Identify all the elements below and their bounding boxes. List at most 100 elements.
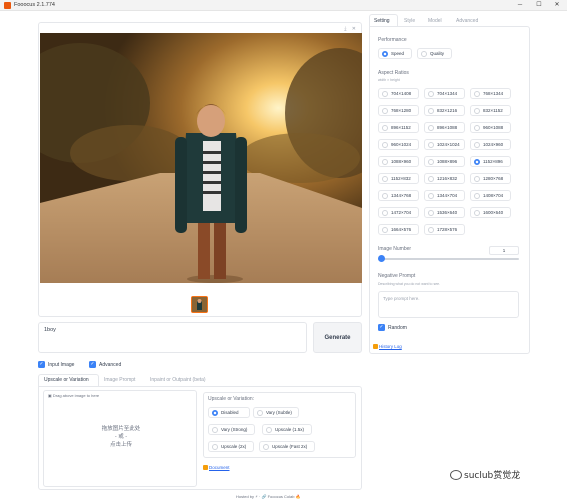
image-number-label: Image Number	[378, 246, 412, 252]
aspect-ratio-option[interactable]: 1216×832	[424, 173, 465, 184]
window-title: Fooocus 2.1.774	[14, 2, 55, 8]
close-icon[interactable]: ✕	[352, 26, 356, 32]
aspect-ratio-label: 832×1216	[437, 108, 458, 113]
tab-inpaint-or-outpaint[interactable]: Inpaint or Outpaint (beta)	[150, 377, 206, 383]
gallery-thumbnail[interactable]	[191, 296, 208, 313]
aspect-ratio-option[interactable]: 1280×768	[470, 173, 511, 184]
aspect-ratio-option[interactable]: 704×1344	[424, 88, 465, 99]
upscale-option-disabled[interactable]: Disabled	[208, 407, 250, 418]
aspect-ratios-sublabel: width × height	[378, 78, 400, 82]
upscale-option-upscale-2x[interactable]: Upscale (2x)	[208, 441, 254, 452]
aspect-ratio-option[interactable]: 1728×576	[424, 224, 465, 235]
input-image-label: Input Image	[48, 362, 75, 368]
aspect-ratio-option[interactable]: 896×1152	[378, 122, 419, 133]
radio-icon	[382, 108, 388, 114]
negative-prompt-input[interactable]: Type prompt here.	[378, 291, 519, 318]
tab-style[interactable]: Style	[404, 18, 415, 24]
aspect-ratio-option[interactable]: 1088×960	[378, 156, 419, 167]
advanced-checkbox[interactable]: ✓	[89, 361, 96, 368]
random-checkbox[interactable]: ✓	[378, 324, 385, 331]
aspect-ratio-option[interactable]: 1024×960	[470, 139, 511, 150]
aspect-ratio-label: 1024×960	[483, 142, 504, 147]
aspect-ratio-option[interactable]: 1408×704	[470, 190, 511, 201]
radio-icon	[474, 91, 480, 97]
upscale-option-upscale-1-5x[interactable]: Upscale (1.5x)	[262, 424, 312, 435]
minimize-button[interactable]: ─	[514, 1, 526, 10]
advanced-label: Advanced	[99, 362, 122, 368]
aspect-ratio-option[interactable]: 1024×1024	[424, 139, 465, 150]
generated-image[interactable]	[40, 33, 362, 283]
aspect-ratio-option[interactable]: 1344×704	[424, 190, 465, 201]
radio-icon	[474, 193, 480, 199]
aspect-ratio-option[interactable]: 896×1088	[424, 122, 465, 133]
radio-icon	[428, 91, 434, 97]
aspect-ratio-option[interactable]: 1472×704	[378, 207, 419, 218]
radio-icon	[428, 176, 434, 182]
tab-image-prompt[interactable]: Image Prompt	[104, 377, 135, 383]
aspect-ratio-option[interactable]: 960×1088	[470, 122, 511, 133]
history-log-link[interactable]: History Log	[373, 344, 402, 349]
radio-icon	[382, 142, 388, 148]
radio-icon	[428, 108, 434, 114]
radio-icon	[474, 108, 480, 114]
aspect-ratio-label: 1088×960	[391, 159, 412, 164]
aspect-ratio-option[interactable]: 832×1152	[470, 105, 511, 116]
download-icon[interactable]: ⤓	[344, 26, 346, 32]
prompt-input[interactable]: 1boy	[38, 322, 307, 353]
close-button[interactable]: ✕	[551, 1, 563, 10]
performance-option-speed[interactable]: Speed	[378, 48, 412, 59]
aspect-ratio-label: 1600×640	[483, 210, 504, 215]
radio-icon	[428, 142, 434, 148]
upscale-option-upscale-fast-2x[interactable]: Upscale (Fast 2x)	[259, 441, 315, 452]
aspect-ratio-option[interactable]: 1152×896	[470, 156, 511, 167]
performance-option-quality[interactable]: Quality	[417, 48, 452, 59]
tab-advanced[interactable]: Advanced	[456, 18, 478, 24]
aspect-ratio-option[interactable]: 832×1216	[424, 105, 465, 116]
negative-prompt-label: Negative Prompt	[378, 273, 416, 279]
aspect-ratio-option[interactable]: 768×1344	[470, 88, 511, 99]
tab-setting[interactable]: Setting	[374, 18, 390, 24]
footer-text: Hosted by ⚡ · 🔗 Fooocus Colab 🔥	[236, 494, 301, 499]
upscale-option-vary-subtle[interactable]: Vary (Subtle)	[253, 407, 299, 418]
input-image-checkbox[interactable]: ✓	[38, 361, 45, 368]
generate-button[interactable]: Generate	[313, 322, 362, 353]
tab-upscale-or-variation[interactable]: Upscale or Variation	[44, 377, 89, 383]
radio-icon	[474, 176, 480, 182]
aspect-ratio-label: 1536×640	[437, 210, 458, 215]
aspect-ratio-option[interactable]: 960×1024	[378, 139, 419, 150]
aspect-ratio-option[interactable]: 1536×640	[424, 207, 465, 218]
drop-text-line2: - 或 -	[114, 434, 128, 440]
image-number-slider[interactable]	[378, 258, 519, 260]
radio-icon	[382, 125, 388, 131]
radio-icon	[474, 125, 480, 131]
aspect-ratio-option[interactable]: 768×1280	[378, 105, 419, 116]
slider-handle[interactable]	[378, 255, 385, 262]
aspect-ratio-label: 1344×768	[391, 193, 412, 198]
aspect-ratio-option[interactable]: 1088×896	[424, 156, 465, 167]
radio-icon	[382, 51, 388, 57]
aspect-ratio-option[interactable]: 704×1408	[378, 88, 419, 99]
image-number-input[interactable]: 1	[489, 246, 519, 255]
aspect-ratio-option[interactable]: 1600×640	[470, 207, 511, 218]
aspect-ratio-label: 704×1344	[437, 91, 458, 96]
aspect-ratio-label: 1216×832	[437, 176, 458, 181]
aspect-ratios-label: Aspect Ratios	[378, 70, 409, 76]
random-label: Random	[388, 325, 407, 331]
radio-icon	[428, 227, 434, 233]
aspect-ratio-option[interactable]: 1152×832	[378, 173, 419, 184]
radio-icon	[428, 193, 434, 199]
aspect-ratio-label: 1024×1024	[437, 142, 460, 147]
maximize-button[interactable]: ☐	[533, 1, 545, 10]
aspect-ratio-option[interactable]: 1664×576	[378, 224, 419, 235]
radio-icon	[421, 51, 427, 57]
image-drop-area[interactable]: ▣ Drag above image to here 拖放图片至此处 - 或 -…	[43, 390, 197, 487]
radio-icon	[212, 444, 218, 450]
radio-icon	[212, 410, 218, 416]
upscale-option-vary-strong[interactable]: Vary (Strong)	[208, 424, 255, 435]
document-link[interactable]: Document	[203, 465, 230, 470]
negative-prompt-sublabel: Describing what you do not want to see.	[378, 282, 441, 286]
aspect-ratio-option[interactable]: 1344×768	[378, 190, 419, 201]
aspect-ratio-label: 1152×896	[483, 159, 503, 164]
tab-model[interactable]: Model	[428, 18, 442, 24]
drop-area-label: ▣ Drag above image to here	[48, 393, 100, 398]
